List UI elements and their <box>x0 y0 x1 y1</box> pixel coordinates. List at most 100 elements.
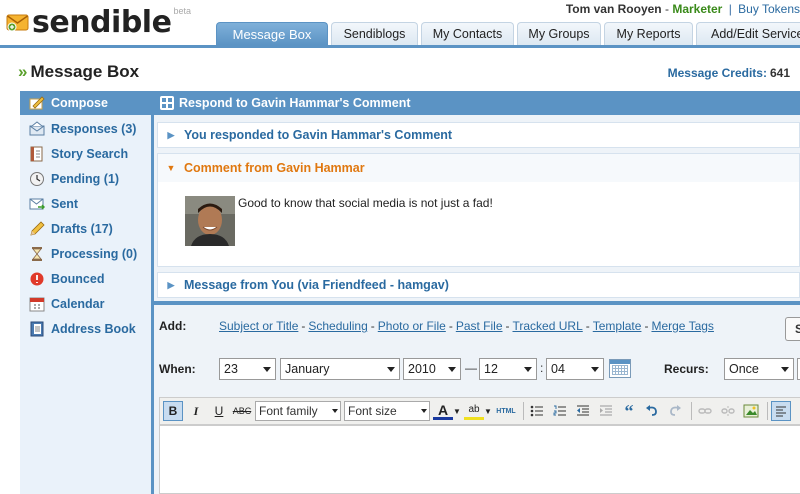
add-merge-tags-link[interactable]: Merge Tags <box>651 319 713 333</box>
panel-header: Respond to Gavin Hammar's Comment <box>151 91 800 115</box>
toolbar-divider <box>691 402 692 420</box>
page-title: » Message Box <box>18 62 139 82</box>
font-family-select[interactable]: Font family <box>255 401 341 421</box>
recurs-select[interactable]: Once <box>724 358 794 380</box>
sidebar-item-compose[interactable]: Compose <box>20 91 151 115</box>
sidebar-item-label: Calendar <box>51 297 105 311</box>
tab-my-groups[interactable]: My Groups <box>517 22 601 45</box>
highlight-color-button[interactable]: ab <box>464 402 484 420</box>
chevron-down-icon <box>781 367 789 372</box>
credits-value: 641 <box>769 66 790 80</box>
toolbar-divider <box>523 402 524 420</box>
sidebar-item-label: Drafts (17) <box>51 222 113 236</box>
redo-icon[interactable] <box>665 401 685 421</box>
sidebar-item-calendar[interactable]: Calendar <box>20 292 151 316</box>
thread-item-label: You responded to Gavin Hammar's Comment <box>184 128 453 142</box>
comment-text: Good to know that social media is not ju… <box>238 196 493 210</box>
add-label: Add: <box>159 319 187 333</box>
story-search-icon <box>29 146 45 162</box>
sendible-logo[interactable]: sendible beta <box>6 4 191 38</box>
sidebar-item-label: Address Book <box>51 322 136 336</box>
tab-add-edit-services[interactable]: Add/Edit Services <box>696 22 800 45</box>
italic-button[interactable]: I <box>186 401 206 421</box>
strikethrough-button[interactable]: ABC <box>232 401 252 421</box>
sidebar-item-sent[interactable]: Sent <box>20 192 151 216</box>
sidebar-item-label: Pending (1) <box>51 172 120 186</box>
main-tabs: Message Box Sendiblogs My Contacts My Gr… <box>216 22 800 46</box>
tab-my-reports[interactable]: My Reports <box>604 22 693 45</box>
thread-item-comment[interactable]: ▼ Comment from Gavin Hammar <box>158 154 799 182</box>
bullet-list-icon[interactable] <box>527 401 547 421</box>
chevron-down-icon <box>524 367 532 372</box>
link-separator: - <box>370 319 375 333</box>
text-color-button[interactable]: A <box>433 402 453 420</box>
hour-select[interactable]: 12 <box>479 358 537 380</box>
year-value: 2010 <box>408 362 436 376</box>
add-subject-link[interactable]: Subject or Title <box>219 319 298 333</box>
numbered-list-icon[interactable] <box>550 401 570 421</box>
tab-message-box[interactable]: Message Box <box>216 22 328 45</box>
link-separator: - <box>448 319 453 333</box>
compose-icon <box>29 95 45 111</box>
calendar-picker-icon[interactable] <box>609 359 631 378</box>
month-value: January <box>285 362 330 376</box>
user-name: Tom van Rooyen <box>565 2 662 16</box>
message-body-editor[interactable] <box>159 425 800 494</box>
add-scheduling-link[interactable]: Scheduling <box>308 319 367 333</box>
chevron-down-icon[interactable]: ▼ <box>484 401 492 421</box>
chevron-down-icon[interactable]: ▼ <box>453 401 461 421</box>
friendfeed-icon <box>160 96 174 110</box>
conversation-thread: ▶ You responded to Gavin Hammar's Commen… <box>154 115 800 301</box>
unlink-icon[interactable] <box>718 401 738 421</box>
outdent-icon[interactable] <box>573 401 593 421</box>
insert-image-icon[interactable] <box>741 401 761 421</box>
font-size-select[interactable]: Font size <box>344 401 430 421</box>
link-separator: - <box>585 319 590 333</box>
avatar <box>185 196 235 246</box>
day-value: 23 <box>224 362 238 376</box>
blockquote-button[interactable]: “ <box>619 401 639 421</box>
sidebar-item-drafts[interactable]: Drafts (17) <box>20 217 151 241</box>
thread-item-label: Message from You (via Friendfeed - hamga… <box>184 278 449 292</box>
underline-button[interactable]: U <box>209 401 229 421</box>
sidebar-item-pending[interactable]: Pending (1) <box>20 167 151 191</box>
pencil-icon <box>29 221 45 237</box>
month-select[interactable]: January <box>280 358 400 380</box>
message-editor: Add: Subject or Title - Scheduling - Photo… <box>154 305 800 494</box>
add-template-link[interactable]: Template <box>593 319 642 333</box>
align-left-icon[interactable] <box>771 401 791 421</box>
sidebar-item-label: Bounced <box>51 272 105 286</box>
page-title-text: Message Box <box>30 62 140 81</box>
add-past-file-link[interactable]: Past File <box>456 319 503 333</box>
beta-label: beta <box>173 6 191 16</box>
link-icon[interactable] <box>695 401 715 421</box>
minute-select[interactable]: 04 <box>546 358 604 380</box>
calendar-icon <box>29 296 45 312</box>
indent-icon[interactable] <box>596 401 616 421</box>
editor-toolbar: B I U ABC Font family Font size A ▼ ab ▼… <box>159 397 800 425</box>
message-credits: Message Credits: 641 <box>668 66 790 80</box>
add-photo-link[interactable]: Photo or File <box>378 319 446 333</box>
envelope-logo-icon <box>6 12 30 32</box>
responses-icon <box>29 121 45 137</box>
compose-panel: Respond to Gavin Hammar's Comment ▶ You … <box>151 91 800 494</box>
day-select[interactable]: 23 <box>219 358 276 380</box>
thread-item-response[interactable]: ▶ You responded to Gavin Hammar's Commen… <box>157 122 800 148</box>
chevron-down-icon <box>263 367 271 372</box>
schedule-row: When: 23 January 2010 — 12 : 04 Recurs: … <box>159 358 800 382</box>
html-button[interactable]: HTML <box>495 401 517 421</box>
year-select[interactable]: 2010 <box>403 358 461 380</box>
bold-button[interactable]: B <box>163 401 183 421</box>
sidebar-item-bounced[interactable]: Bounced <box>20 267 151 291</box>
buy-tokens-link[interactable]: Buy Tokens <box>738 2 800 16</box>
send-button[interactable]: S <box>785 317 800 341</box>
sidebar-item-story-search[interactable]: Story Search <box>20 142 151 166</box>
add-tracked-url-link[interactable]: Tracked URL <box>513 319 583 333</box>
sidebar-item-address-book[interactable]: Address Book <box>20 317 151 341</box>
sidebar-item-processing[interactable]: Processing (0) <box>20 242 151 266</box>
undo-icon[interactable] <box>642 401 662 421</box>
tab-sendiblogs[interactable]: Sendiblogs <box>331 22 418 45</box>
thread-item-message[interactable]: ▶ Message from You (via Friendfeed - ham… <box>157 272 800 298</box>
sidebar-item-responses[interactable]: Responses (3) <box>20 117 151 141</box>
tab-my-contacts[interactable]: My Contacts <box>421 22 514 45</box>
